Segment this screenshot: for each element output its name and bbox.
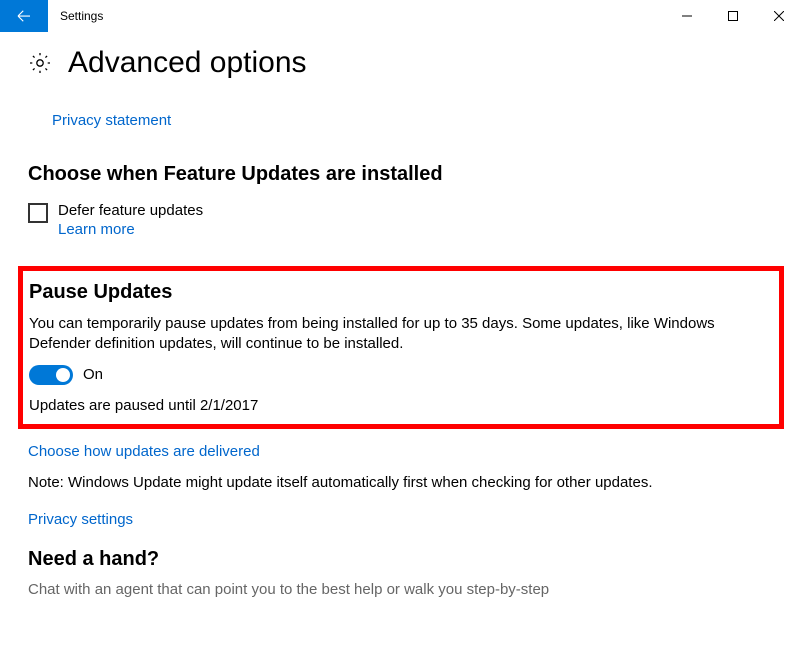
pause-toggle-label: On bbox=[83, 366, 103, 383]
back-button[interactable] bbox=[0, 0, 48, 32]
content-area: Advanced options Privacy statement Choos… bbox=[0, 32, 802, 662]
need-hand-heading: Need a hand? bbox=[28, 548, 774, 571]
pause-updates-toggle[interactable] bbox=[29, 365, 73, 385]
defer-feature-updates-checkbox[interactable] bbox=[28, 203, 48, 223]
titlebar: Settings bbox=[0, 0, 802, 32]
pause-toggle-row: On bbox=[29, 365, 769, 385]
window-controls bbox=[664, 0, 802, 32]
learn-more-link[interactable]: Learn more bbox=[58, 221, 203, 238]
privacy-settings-link[interactable]: Privacy settings bbox=[28, 511, 133, 528]
minimize-button[interactable] bbox=[664, 0, 710, 32]
minimize-icon bbox=[682, 11, 692, 21]
choose-delivery-link[interactable]: Choose how updates are delivered bbox=[28, 443, 260, 460]
defer-checkbox-row: Defer feature updates Learn more bbox=[28, 202, 774, 238]
feature-updates-heading: Choose when Feature Updates are installe… bbox=[28, 163, 774, 186]
arrow-left-icon bbox=[15, 7, 33, 25]
close-button[interactable] bbox=[756, 0, 802, 32]
page-title: Advanced options bbox=[68, 46, 307, 80]
pause-updates-description: You can temporarily pause updates from b… bbox=[29, 314, 769, 355]
update-note: Note: Windows Update might update itself… bbox=[28, 474, 774, 491]
maximize-icon bbox=[728, 11, 738, 21]
toggle-knob bbox=[56, 368, 70, 382]
gear-icon bbox=[28, 51, 52, 75]
privacy-statement-link[interactable]: Privacy statement bbox=[52, 112, 171, 129]
page-header: Advanced options bbox=[28, 46, 774, 80]
chat-agent-text: Chat with an agent that can point you to… bbox=[28, 581, 774, 598]
pause-updates-highlight: Pause Updates You can temporarily pause … bbox=[18, 266, 784, 429]
pause-updates-heading: Pause Updates bbox=[29, 281, 769, 304]
maximize-button[interactable] bbox=[710, 0, 756, 32]
window-title: Settings bbox=[48, 0, 103, 32]
pause-status-text: Updates are paused until 2/1/2017 bbox=[29, 397, 769, 414]
defer-checkbox-label: Defer feature updates bbox=[58, 202, 203, 219]
close-icon bbox=[774, 11, 784, 21]
